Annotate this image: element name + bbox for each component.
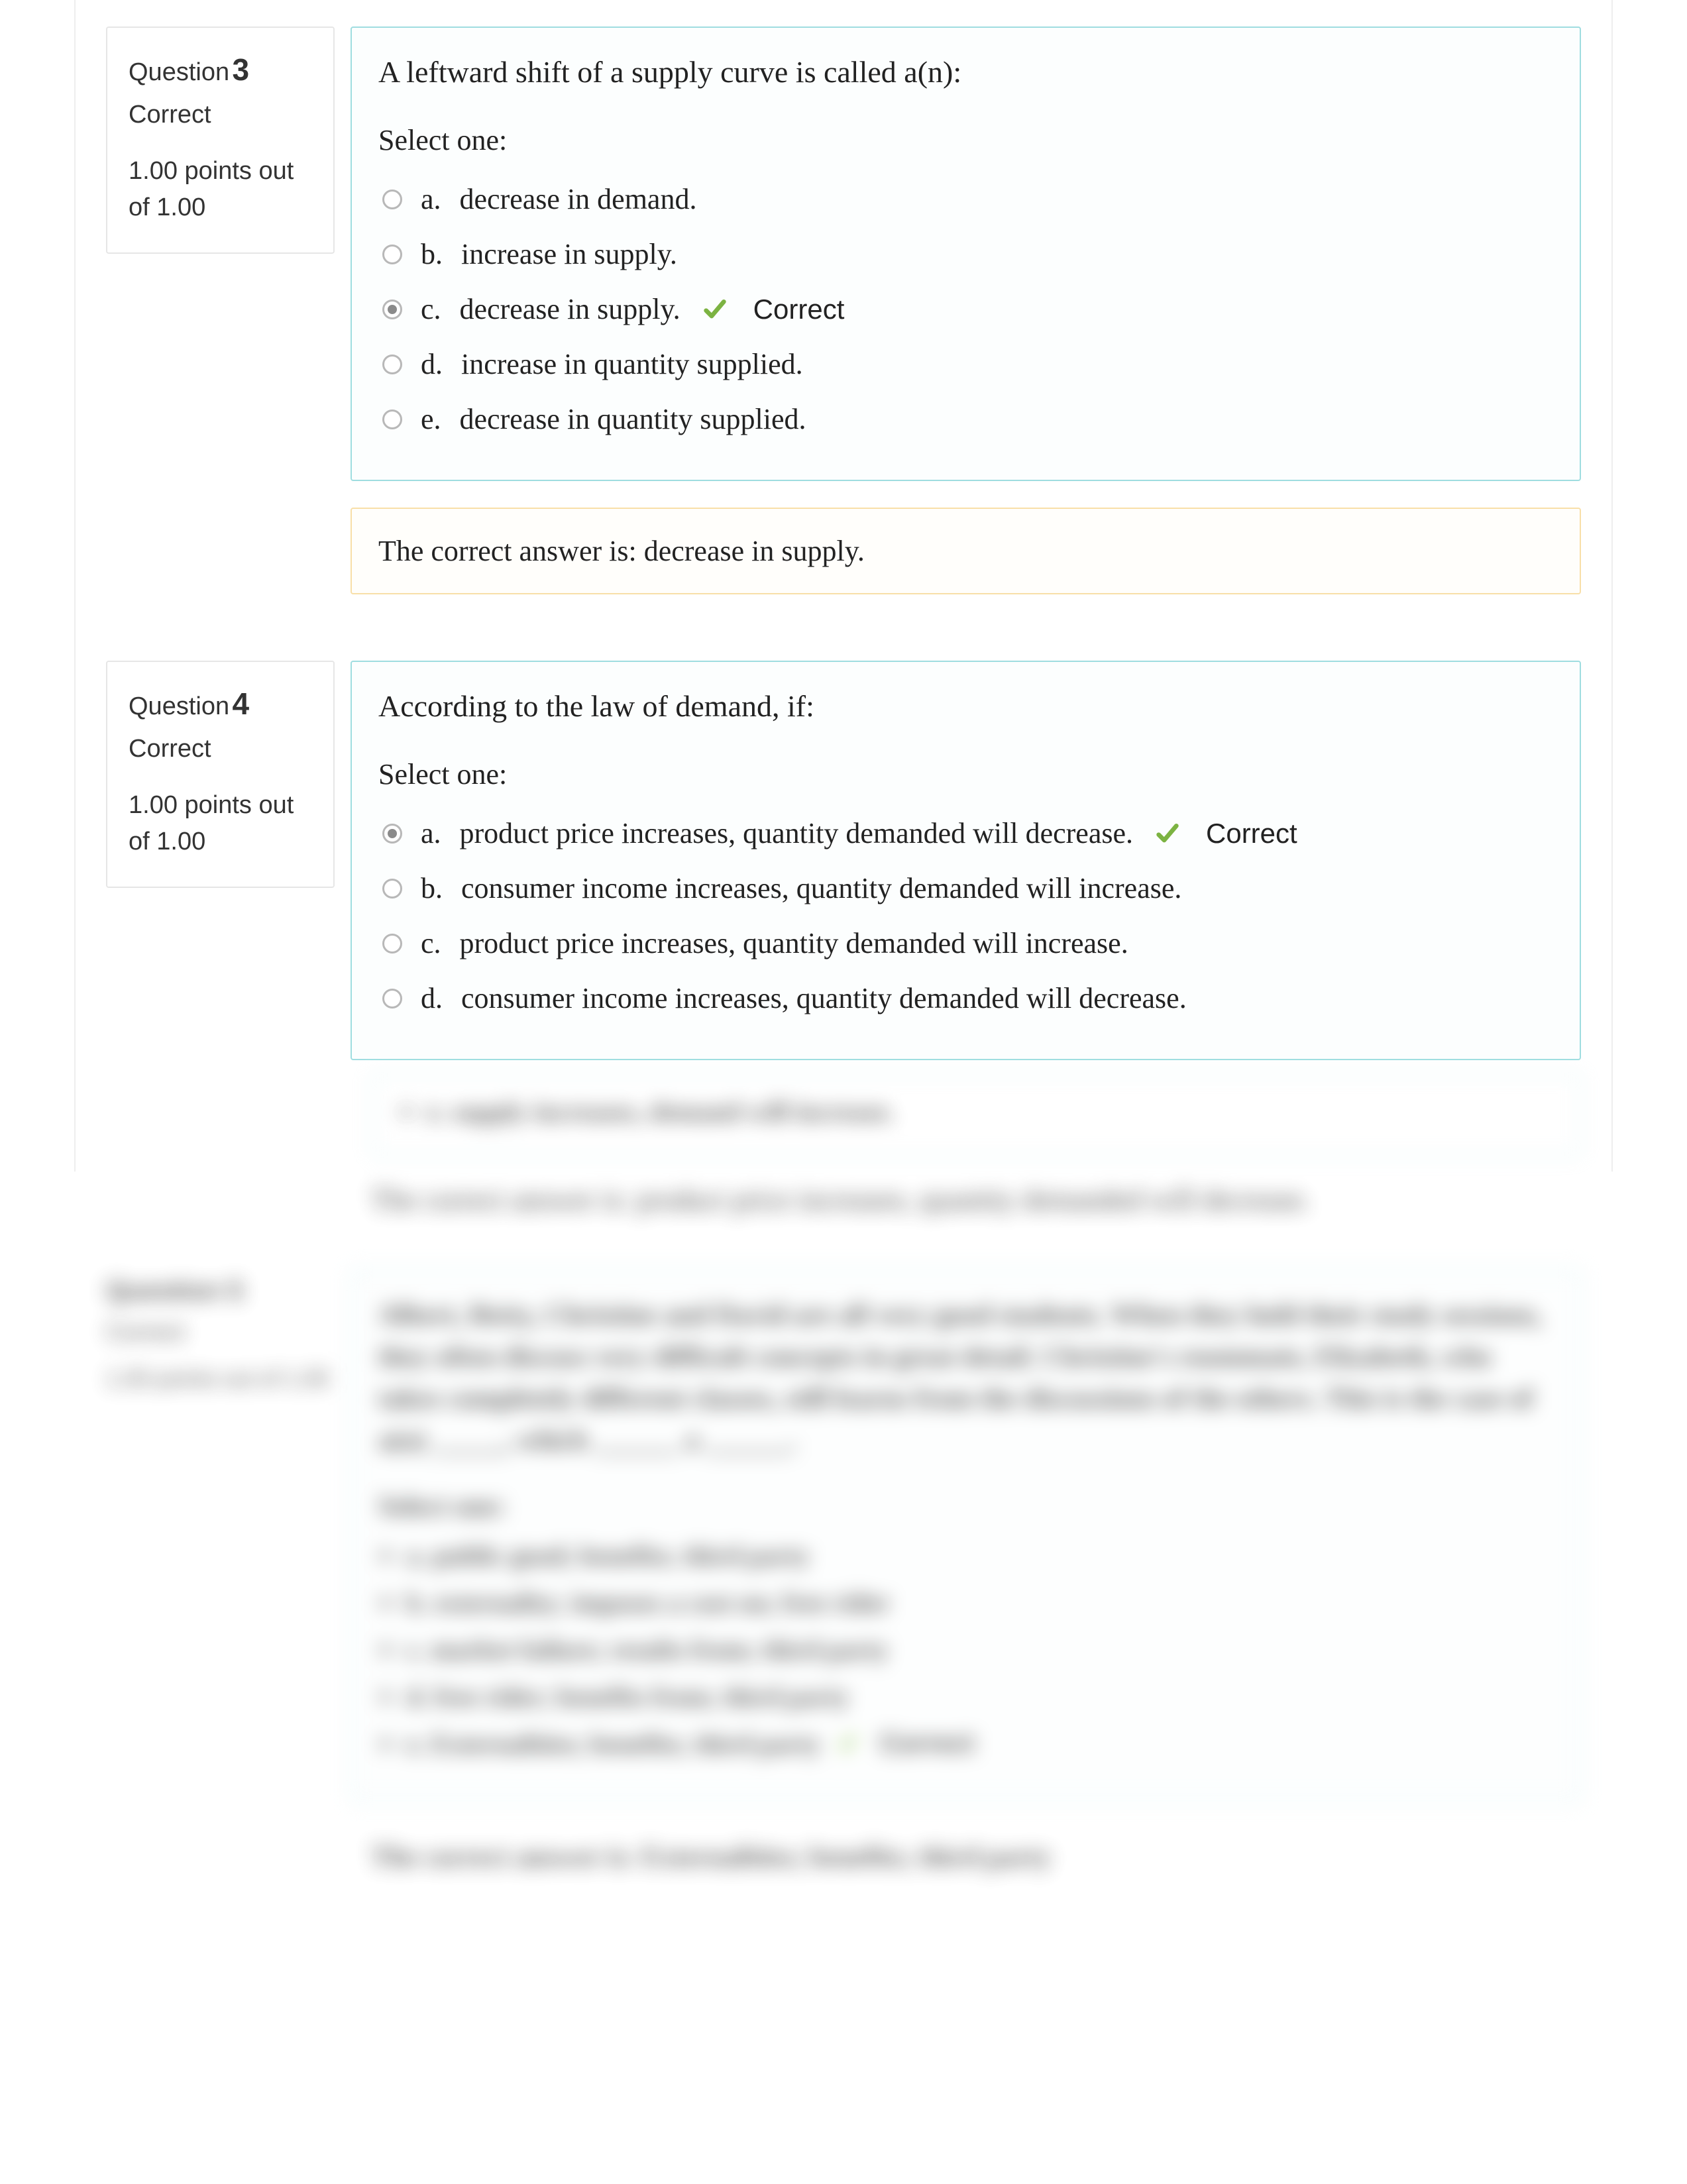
option-letter: b. <box>421 871 443 905</box>
question-block: Question 3 Correct 1.00 points out of 1.… <box>106 27 1581 594</box>
option-letter: c. <box>421 292 441 326</box>
radio-icon <box>382 300 402 319</box>
answer-text: decrease in supply. <box>644 535 865 567</box>
option-letter: a. <box>421 182 441 216</box>
answer-prefix: The correct answer is: <box>378 535 637 567</box>
option-text: increase in supply. <box>461 237 677 271</box>
answer-option[interactable]: a. decrease in demand. <box>378 172 1553 227</box>
radio-icon <box>382 989 402 1009</box>
option-text: consumer income increases, quantity dema… <box>461 981 1187 1015</box>
option-text: consumer income increases, quantity dema… <box>461 871 1181 905</box>
select-one-label: Select one: <box>378 757 1553 791</box>
check-icon <box>1154 820 1181 847</box>
radio-icon <box>382 190 402 209</box>
option-letter: e. <box>421 402 441 436</box>
radio-icon <box>382 355 402 374</box>
radio-icon <box>382 824 402 844</box>
option-letter: d. <box>421 347 443 381</box>
answer-option[interactable]: e. decrease in quantity supplied. <box>378 392 1553 447</box>
option-letter: d. <box>421 981 443 1015</box>
question-block: Question 4 Correct 1.00 points out of 1.… <box>106 661 1581 1060</box>
option-letter: c. <box>421 926 441 960</box>
option-text: decrease in quantity supplied. <box>460 402 806 436</box>
correct-label: Correct <box>1206 818 1297 849</box>
option-text: decrease in supply. <box>460 292 680 326</box>
question-content-card: According to the law of demand, if: Sele… <box>351 661 1581 1060</box>
radio-icon <box>382 245 402 264</box>
question-status: Correct <box>129 735 312 763</box>
answer-option[interactable]: d. increase in quantity supplied. <box>378 337 1553 392</box>
question-content-column: According to the law of demand, if: Sele… <box>351 661 1581 1060</box>
question-content-card: A leftward shift of a supply curve is ca… <box>351 27 1581 481</box>
correct-label: Correct <box>753 294 845 325</box>
option-letter: b. <box>421 237 443 271</box>
options-list: a. decrease in demand. b. increase in su… <box>378 172 1553 447</box>
answer-option[interactable]: c. product price increases, quantity dem… <box>378 916 1553 971</box>
options-list: a. product price increases, quantity dem… <box>378 806 1553 1026</box>
blurred-preview-region: e. supply increases, demand will increas… <box>106 1073 1581 1873</box>
radio-icon <box>382 934 402 954</box>
answer-option[interactable]: d. consumer income increases, quantity d… <box>378 971 1553 1026</box>
question-info-card: Question 4 Correct 1.00 points out of 1.… <box>106 661 335 888</box>
question-content-column: A leftward shift of a supply curve is ca… <box>351 27 1581 594</box>
divider <box>74 0 76 1172</box>
radio-icon <box>382 879 402 899</box>
answer-option[interactable]: b. increase in supply. <box>378 227 1553 282</box>
question-text: A leftward shift of a supply curve is ca… <box>378 52 1553 93</box>
question-number: 3 <box>233 52 250 87</box>
radio-icon <box>382 410 402 429</box>
question-points: 1.00 points out of 1.00 <box>129 787 312 860</box>
quiz-review-page: Question 3 Correct 1.00 points out of 1.… <box>0 0 1687 1953</box>
answer-option[interactable]: a. product price increases, quantity dem… <box>378 806 1553 861</box>
question-points: 1.00 points out of 1.00 <box>129 153 312 226</box>
question-info-card: Question 3 Correct 1.00 points out of 1.… <box>106 27 335 254</box>
option-letter: a. <box>421 816 441 850</box>
question-number: 4 <box>233 686 250 721</box>
divider <box>1611 0 1613 1172</box>
answer-option[interactable]: b. consumer income increases, quantity d… <box>378 861 1553 916</box>
answer-feedback-card: The correct answer is: decrease in suppl… <box>351 508 1581 594</box>
option-text: increase in quantity supplied. <box>461 347 803 381</box>
question-label: Question <box>129 58 229 86</box>
question-status: Correct <box>129 101 312 129</box>
check-icon <box>702 296 728 323</box>
option-text: product price increases, quantity demand… <box>460 816 1133 850</box>
option-text: product price increases, quantity demand… <box>460 926 1128 960</box>
select-one-label: Select one: <box>378 123 1553 157</box>
question-label: Question <box>129 692 229 720</box>
answer-option[interactable]: c. decrease in supply. Correct <box>378 282 1553 337</box>
option-text: decrease in demand. <box>460 182 697 216</box>
question-text: According to the law of demand, if: <box>378 686 1553 727</box>
